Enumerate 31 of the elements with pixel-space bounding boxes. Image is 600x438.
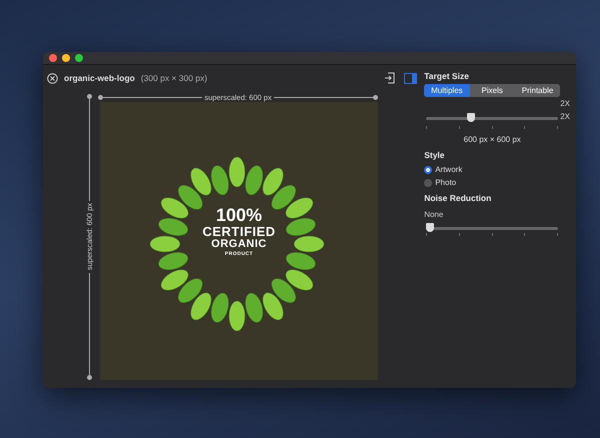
slider-thumb[interactable] [426, 223, 434, 232]
ruler-handle[interactable] [373, 94, 378, 100]
radio-option[interactable]: Photo [424, 178, 570, 187]
segment-tab[interactable]: Multiples [424, 84, 470, 97]
minimize-button[interactable] [62, 54, 70, 62]
section-heading: Style [424, 150, 446, 160]
logo-text: 100% [216, 206, 262, 225]
radio-button[interactable] [424, 166, 432, 174]
import-icon[interactable] [384, 72, 396, 84]
section-heading: Target Size [424, 71, 470, 81]
sidebar-toggle-icon[interactable] [404, 72, 418, 84]
close-icon[interactable] [47, 72, 58, 84]
scale-label: 2X [559, 98, 570, 110]
section-heading: Noise Reduction [424, 193, 492, 203]
radio-option[interactable]: Artwork [424, 165, 570, 174]
scale-label: 2X [560, 111, 570, 123]
segment-tab[interactable]: Pixels [470, 84, 515, 97]
file-size: (300 px × 300 px) [140, 73, 208, 83]
output-size: 600 px × 600 px [462, 135, 522, 144]
slider-thumb[interactable] [467, 113, 476, 122]
ruler-handle[interactable] [87, 375, 92, 380]
ruler-handle[interactable] [98, 94, 103, 100]
logo-text: CERTIFIED [202, 224, 276, 239]
ruler-handle[interactable] [87, 94, 92, 99]
logo-text: ORGANIC [211, 238, 267, 250]
noise-value: None [424, 210, 444, 219]
close-button[interactable] [49, 54, 57, 62]
zoom-button[interactable] [75, 54, 83, 62]
segment-tab[interactable]: Printable [514, 84, 560, 97]
radio-button[interactable] [424, 178, 432, 186]
file-name: organic-web-logo [64, 73, 135, 83]
